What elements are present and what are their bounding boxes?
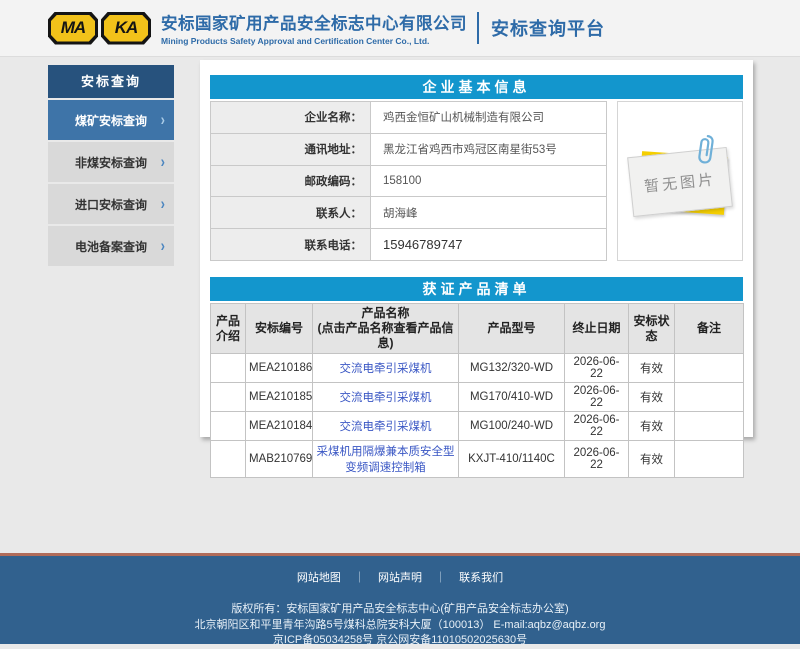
col-status: 安标状态: [629, 304, 675, 354]
table-header-row: 产品介绍 安标编号 产品名称 (点击产品名称查看产品信息) 产品型号 终止日期 …: [211, 304, 744, 354]
company-postcode-value: 158100: [371, 165, 607, 197]
expire-cell: 2026-06-22: [565, 441, 629, 478]
sidebar-title: 安标查询: [48, 65, 174, 98]
cert-no-cell: MAB210769: [246, 441, 313, 478]
footer-link-sitemap[interactable]: 网站地图: [297, 572, 341, 584]
col-cert-no: 安标编号: [246, 304, 313, 354]
footer-link-contact[interactable]: 联系我们: [459, 572, 503, 584]
status-cell: 有效: [629, 441, 675, 478]
ma-badge-icon: MA: [48, 12, 98, 45]
expire-cell: 2026-06-22: [565, 354, 629, 383]
chevron-right-icon: ›: [161, 236, 165, 255]
footer-icp-line: 京ICP备05034258号 京公网安备11010502025630号: [0, 633, 800, 649]
org-name-block: 安标国家矿用产品安全标志中心有限公司 Mining Products Safet…: [161, 10, 467, 46]
table-row: 联系人： 胡海峰: [211, 197, 607, 229]
ka-badge-icon: KA: [101, 12, 151, 45]
product-name-link[interactable]: 交流电牵引采煤机: [340, 421, 432, 433]
product-name-link[interactable]: 采煤机用隔爆兼本质安全型变频调速控制箱: [317, 446, 455, 474]
table-row: 邮政编码： 158100: [211, 165, 607, 197]
header-divider: [477, 12, 479, 44]
sidebar: 安标查询 煤矿安标查询 › 非煤安标查询 › 进口安标查询 › 电池备案查询 ›: [48, 65, 174, 266]
sidebar-item-import-query[interactable]: 进口安标查询 ›: [48, 184, 174, 224]
site-header: MA KA 安标国家矿用产品安全标志中心有限公司 Mining Products…: [0, 0, 800, 57]
table-row: MEA210185 交流电牵引采煤机 MG170/410-WD 2026-06-…: [211, 383, 744, 412]
photo-card-front: 暂无图片: [628, 147, 734, 217]
company-address-label: 通讯地址：: [211, 133, 371, 165]
company-info-table: 企业名称： 鸡西金恒矿山机械制造有限公司 通讯地址： 黑龙江省鸡西市鸡冠区南星街…: [210, 101, 607, 261]
table-row: MAB210769 采煤机用隔爆兼本质安全型变频调速控制箱 KXJT-410/1…: [211, 441, 744, 478]
status-cell: 有效: [629, 412, 675, 441]
status-cell: 有效: [629, 383, 675, 412]
cert-no-cell: MEA210186: [246, 354, 313, 383]
company-contact-label: 联系人：: [211, 197, 371, 229]
company-postcode-label: 邮政编码：: [211, 165, 371, 197]
model-cell: MG100/240-WD: [459, 412, 565, 441]
footer-links: 网站地图 ｜ 网站声明 ｜ 联系我们: [0, 569, 800, 585]
product-intro-cell: [211, 383, 246, 412]
sidebar-item-label: 煤矿安标查询: [75, 112, 147, 129]
chevron-right-icon: ›: [161, 152, 165, 171]
footer-link-separator: ｜: [354, 572, 365, 584]
table-row: MEA210186 交流电牵引采煤机 MG132/320-WD 2026-06-…: [211, 354, 744, 383]
products-section-title: 获证产品清单: [210, 277, 743, 301]
sidebar-item-label: 电池备案查询: [75, 238, 147, 255]
note-cell: [675, 383, 744, 412]
footer-copyright-line: 版权所有：安标国家矿用产品安全标志中心(矿用产品安全标志办公室): [0, 602, 800, 618]
company-photo-placeholder: 暂无图片: [617, 101, 743, 261]
col-product-intro: 产品介绍: [211, 304, 246, 354]
note-cell: [675, 354, 744, 383]
no-image-text: 暂无图片: [643, 168, 717, 196]
company-name-value: 鸡西金恒矿山机械制造有限公司: [371, 102, 607, 134]
product-name-link[interactable]: 交流电牵引采煤机: [340, 363, 432, 375]
content-panel: 企业基本信息 企业名称： 鸡西金恒矿山机械制造有限公司 通讯地址： 黑龙江省鸡西…: [200, 60, 753, 437]
model-cell: MG170/410-WD: [459, 383, 565, 412]
company-phone-label: 联系电话：: [211, 229, 371, 261]
cert-no-cell: MEA210184: [246, 412, 313, 441]
note-cell: [675, 412, 744, 441]
company-phone-value: 15946789747: [371, 229, 607, 261]
sidebar-item-coal-mine-query[interactable]: 煤矿安标查询 ›: [48, 100, 174, 140]
company-contact-value: 胡海峰: [371, 197, 607, 229]
footer-copyright-block: 版权所有：安标国家矿用产品安全标志中心(矿用产品安全标志办公室) 北京朝阳区和平…: [0, 602, 800, 649]
table-row: MEA210184 交流电牵引采煤机 MG100/240-WD 2026-06-…: [211, 412, 744, 441]
table-row: 联系电话： 15946789747: [211, 229, 607, 261]
product-name-link[interactable]: 交流电牵引采煤机: [340, 392, 432, 404]
product-intro-cell: [211, 441, 246, 478]
company-name-label: 企业名称：: [211, 102, 371, 134]
maka-logo: MA KA: [48, 12, 151, 45]
company-address-value: 黑龙江省鸡西市鸡冠区南星街53号: [371, 133, 607, 165]
sidebar-item-battery-record-query[interactable]: 电池备案查询 ›: [48, 226, 174, 266]
cert-no-cell: MEA210185: [246, 383, 313, 412]
footer-address-line: 北京朝阳区和平里青年沟路5号煤科总院安科大厦（100013） E-mail:aq…: [0, 618, 800, 634]
sidebar-item-label: 进口安标查询: [75, 196, 147, 213]
sidebar-item-label: 非煤安标查询: [75, 154, 147, 171]
col-expire-date: 终止日期: [565, 304, 629, 354]
product-intro-cell: [211, 412, 246, 441]
note-cell: [675, 441, 744, 478]
org-name-en: Mining Products Safety Approval and Cert…: [161, 36, 467, 46]
sidebar-item-non-coal-query[interactable]: 非煤安标查询 ›: [48, 142, 174, 182]
chevron-right-icon: ›: [161, 110, 165, 129]
company-info-section-title: 企业基本信息: [210, 75, 743, 99]
product-intro-cell: [211, 354, 246, 383]
chevron-right-icon: ›: [161, 194, 165, 213]
col-note: 备注: [675, 304, 744, 354]
expire-cell: 2026-06-22: [565, 383, 629, 412]
org-name-cn: 安标国家矿用产品安全标志中心有限公司: [161, 10, 467, 34]
site-footer: 网站地图 ｜ 网站声明 ｜ 联系我们 版权所有：安标国家矿用产品安全标志中心(矿…: [0, 553, 800, 644]
footer-link-separator: ｜: [435, 572, 446, 584]
model-cell: MG132/320-WD: [459, 354, 565, 383]
expire-cell: 2026-06-22: [565, 412, 629, 441]
platform-title: 安标查询平台: [491, 15, 605, 41]
footer-link-statement[interactable]: 网站声明: [378, 572, 422, 584]
model-cell: KXJT-410/1140C: [459, 441, 565, 478]
status-cell: 有效: [629, 354, 675, 383]
products-table: 产品介绍 安标编号 产品名称 (点击产品名称查看产品信息) 产品型号 终止日期 …: [210, 303, 744, 478]
col-model: 产品型号: [459, 304, 565, 354]
col-product-name: 产品名称 (点击产品名称查看产品信息): [313, 304, 459, 354]
table-row: 通讯地址： 黑龙江省鸡西市鸡冠区南星街53号: [211, 133, 607, 165]
table-row: 企业名称： 鸡西金恒矿山机械制造有限公司: [211, 102, 607, 134]
